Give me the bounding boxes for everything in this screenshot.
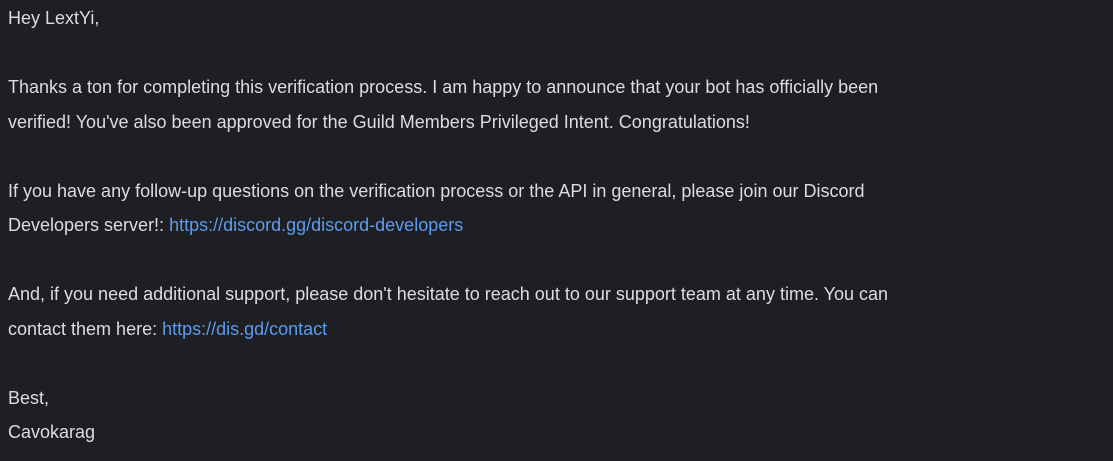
paragraph-support-prefix: contact them here: [8, 318, 163, 339]
paragraph-verification-line-2: verified! You've also been approved for … [8, 111, 750, 132]
discord-developers-link[interactable]: https://discord.gg/discord-developers [169, 215, 463, 235]
paragraph-verification-line-1: Thanks a ton for completing this verific… [8, 77, 879, 97]
paragraph-support-line-2: contact them here: https://dis.gd/contac… [8, 312, 1108, 347]
contact-link[interactable]: https://dis.gd/contact [162, 319, 327, 339]
email-body: Hey LextYi, Thanks a ton for completing … [8, 1, 1108, 450]
paragraph-support-line-1: And, if you need additional support, ple… [8, 284, 889, 304]
signature: Cavokarag [8, 422, 96, 442]
paragraph-questions-line-2: Developers server!: https://discord.gg/d… [8, 208, 1108, 243]
paragraph-questions-prefix: Developers server!: [8, 215, 170, 235]
greeting: Hey LextYi, [8, 8, 100, 28]
paragraph-questions-line-1: If you have any follow-up questions on t… [8, 180, 865, 201]
signoff: Best, [8, 387, 50, 408]
